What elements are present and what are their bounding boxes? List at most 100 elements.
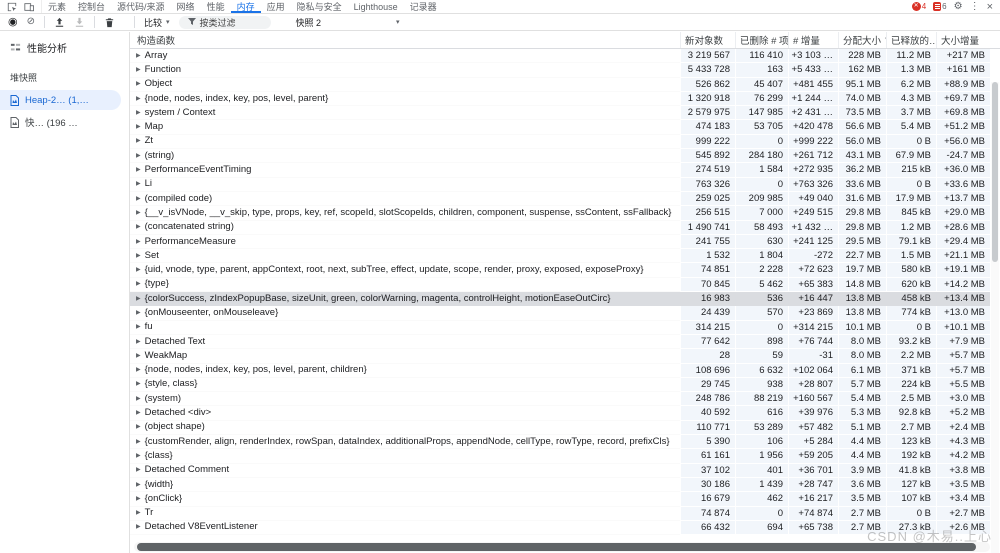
deleted-count-cell[interactable]: 284 180 xyxy=(735,149,788,164)
constructor-cell[interactable]: ▶ {onMouseenter, onMouseleave} xyxy=(130,306,680,321)
table-row[interactable]: ▶ system / Context 2 579 975 147 985 +2 431 … xyxy=(130,106,1000,121)
new-count-cell[interactable]: 1 532 xyxy=(680,249,735,264)
table-row[interactable]: ▶ {node, nodes, index, key, pos, level, p… xyxy=(130,91,1000,107)
deleted-count-cell[interactable]: 147 985 xyxy=(735,106,788,121)
deleted-count-cell[interactable]: 59 xyxy=(735,349,788,364)
delta-cell[interactable]: +23 869 xyxy=(788,306,838,321)
constructor-cell[interactable]: ▶ Tr xyxy=(130,507,680,521)
deleted-count-cell[interactable]: 76 299 xyxy=(735,91,788,107)
record-heap-snapshot-button[interactable]: ◉ xyxy=(8,16,18,28)
size-delta-cell[interactable]: +4.3 MB xyxy=(936,435,990,450)
delta-cell[interactable]: -31 xyxy=(788,349,838,364)
freed-cell[interactable]: 1.3 MB xyxy=(886,63,936,78)
tab-console[interactable]: 控制台 xyxy=(72,0,111,13)
size-delta-cell[interactable]: +217 MB xyxy=(936,49,990,64)
deleted-count-cell[interactable]: 401 xyxy=(735,463,788,478)
delta-cell[interactable]: +5 284 xyxy=(788,435,838,450)
delta-cell[interactable]: +272 935 xyxy=(788,163,838,178)
new-count-cell[interactable]: 24 439 xyxy=(680,306,735,321)
freed-cell[interactable]: 93.2 kB xyxy=(886,334,936,350)
expand-arrow-icon[interactable]: ▶ xyxy=(136,235,141,248)
tab-elements[interactable]: 元素 xyxy=(42,0,72,13)
delta-cell[interactable]: +160 567 xyxy=(788,392,838,407)
expand-arrow-icon[interactable]: ▶ xyxy=(136,120,141,133)
alloc-cell[interactable]: 3.9 MB xyxy=(838,463,886,478)
alloc-cell[interactable]: 162 MB xyxy=(838,63,886,78)
constructor-cell[interactable]: ▶ (string) xyxy=(130,149,680,164)
error-badge[interactable]: ✕ 4 xyxy=(911,2,926,11)
freed-cell[interactable]: 17.9 MB xyxy=(886,191,936,207)
size-delta-cell[interactable]: +5.7 MB xyxy=(936,363,990,378)
expand-arrow-icon[interactable]: ▶ xyxy=(136,249,141,262)
size-delta-cell[interactable]: +29.0 MB xyxy=(936,206,990,221)
size-delta-cell[interactable]: +69.7 MB xyxy=(936,91,990,107)
freed-cell[interactable]: 845 kB xyxy=(886,206,936,221)
freed-cell[interactable]: 11.2 MB xyxy=(886,49,936,64)
expand-arrow-icon[interactable]: ▶ xyxy=(136,335,141,348)
table-row[interactable]: ▶ WeakMap 28 59 -31 8.0 MB 2.2 MB +5.7 MB xyxy=(130,349,1000,364)
table-row[interactable]: ▶ (system) 248 786 88 219 +160 567 5.4 MB 2.5 … xyxy=(130,392,1000,407)
expand-arrow-icon[interactable]: ▶ xyxy=(136,378,141,391)
constructor-cell[interactable]: ▶ (compiled code) xyxy=(130,192,680,207)
expand-arrow-icon[interactable]: ▶ xyxy=(136,63,141,76)
size-delta-cell[interactable]: +13.0 MB xyxy=(936,306,990,321)
alloc-cell[interactable]: 5.4 MB xyxy=(838,392,886,407)
freed-cell[interactable]: 0 B xyxy=(886,506,936,521)
table-row[interactable]: ▶ Detached Comment 37 102 401 +36 701 3.9 MB 4… xyxy=(130,463,1000,478)
column-header-alloc-size[interactable]: 分配大小 ▼ xyxy=(838,32,886,48)
new-count-cell[interactable]: 3 219 567 xyxy=(680,49,735,64)
alloc-cell[interactable]: 4.4 MB xyxy=(838,435,886,450)
alloc-cell[interactable]: 6.1 MB xyxy=(838,363,886,378)
freed-cell[interactable]: 2.7 MB xyxy=(886,420,936,436)
new-count-cell[interactable]: 74 851 xyxy=(680,263,735,278)
freed-cell[interactable]: 3.7 MB xyxy=(886,106,936,121)
deleted-count-cell[interactable]: 1 439 xyxy=(735,477,788,493)
freed-cell[interactable]: 79.1 kB xyxy=(886,234,936,250)
alloc-cell[interactable]: 5.1 MB xyxy=(838,420,886,436)
delta-cell[interactable]: +76 744 xyxy=(788,334,838,350)
table-row[interactable]: ▶ (object shape) 110 771 53 289 +57 482 5.1 M… xyxy=(130,420,1000,436)
table-row[interactable]: ▶ {style, class} 29 745 938 +28 807 5.7 MB 224… xyxy=(130,377,1000,393)
table-row[interactable]: ▶ Detached V8EventListener 66 432 694 +65 73… xyxy=(130,520,1000,536)
size-delta-cell[interactable]: +19.1 MB xyxy=(936,263,990,278)
size-delta-cell[interactable]: +2.4 MB xyxy=(936,420,990,436)
alloc-cell[interactable]: 29.8 MB xyxy=(838,206,886,221)
freed-cell[interactable]: 2.5 MB xyxy=(886,392,936,407)
table-row[interactable]: ▶ Detached Text 77 642 898 +76 744 8.0 MB 93.2… xyxy=(130,334,1000,350)
constructor-cell[interactable]: ▶ {__v_isVNode, __v_skip, type, props, ke… xyxy=(130,206,680,221)
size-delta-cell[interactable]: +36.0 MB xyxy=(936,163,990,178)
expand-arrow-icon[interactable]: ▶ xyxy=(136,364,141,377)
tab-lighthouse[interactable]: Lighthouse xyxy=(348,0,404,13)
table-row[interactable]: ▶ {node, nodes, index, key, pos, level, p… xyxy=(130,363,1000,378)
new-count-cell[interactable]: 61 161 xyxy=(680,449,735,464)
settings-gear-icon[interactable]: ⚙ xyxy=(954,1,963,12)
constructor-cell[interactable]: ▶ {class} xyxy=(130,449,680,464)
table-row[interactable]: ▶ {class} 61 161 1 956 +59 205 4.4 MB 192 kB +4… xyxy=(130,449,1000,464)
size-delta-cell[interactable]: +161 MB xyxy=(936,63,990,78)
deleted-count-cell[interactable]: 898 xyxy=(735,334,788,350)
expand-arrow-icon[interactable]: ▶ xyxy=(136,521,141,534)
new-count-cell[interactable]: 2 579 975 xyxy=(680,106,735,121)
deleted-count-cell[interactable]: 6 632 xyxy=(735,363,788,378)
alloc-cell[interactable]: 95.1 MB xyxy=(838,77,886,92)
constructor-cell[interactable]: ▶ {width} xyxy=(130,478,680,493)
alloc-cell[interactable]: 29.5 MB xyxy=(838,234,886,250)
alloc-cell[interactable]: 228 MB xyxy=(838,49,886,64)
constructor-cell[interactable]: ▶ Detached V8EventListener xyxy=(130,521,680,536)
size-delta-cell[interactable]: +51.2 MB xyxy=(936,120,990,135)
alloc-cell[interactable]: 33.6 MB xyxy=(838,177,886,192)
inspect-element-icon[interactable] xyxy=(7,2,17,12)
tab-network[interactable]: 网络 xyxy=(171,0,201,13)
expand-arrow-icon[interactable]: ▶ xyxy=(136,92,141,105)
deleted-count-cell[interactable]: 0 xyxy=(735,320,788,335)
freed-cell[interactable]: 5.4 MB xyxy=(886,120,936,135)
constructor-cell[interactable]: ▶ system / Context xyxy=(130,106,680,121)
new-count-cell[interactable]: 5 433 728 xyxy=(680,63,735,78)
delta-cell[interactable]: +59 205 xyxy=(788,449,838,464)
sidebar-item-heap-snapshot-2[interactable]: 快… (196 … xyxy=(0,112,129,132)
delta-cell[interactable]: +49 040 xyxy=(788,191,838,207)
expand-arrow-icon[interactable]: ▶ xyxy=(136,206,141,219)
tab-performance[interactable]: 性能 xyxy=(201,0,231,13)
deleted-count-cell[interactable]: 694 xyxy=(735,520,788,536)
alloc-cell[interactable]: 36.2 MB xyxy=(838,163,886,178)
